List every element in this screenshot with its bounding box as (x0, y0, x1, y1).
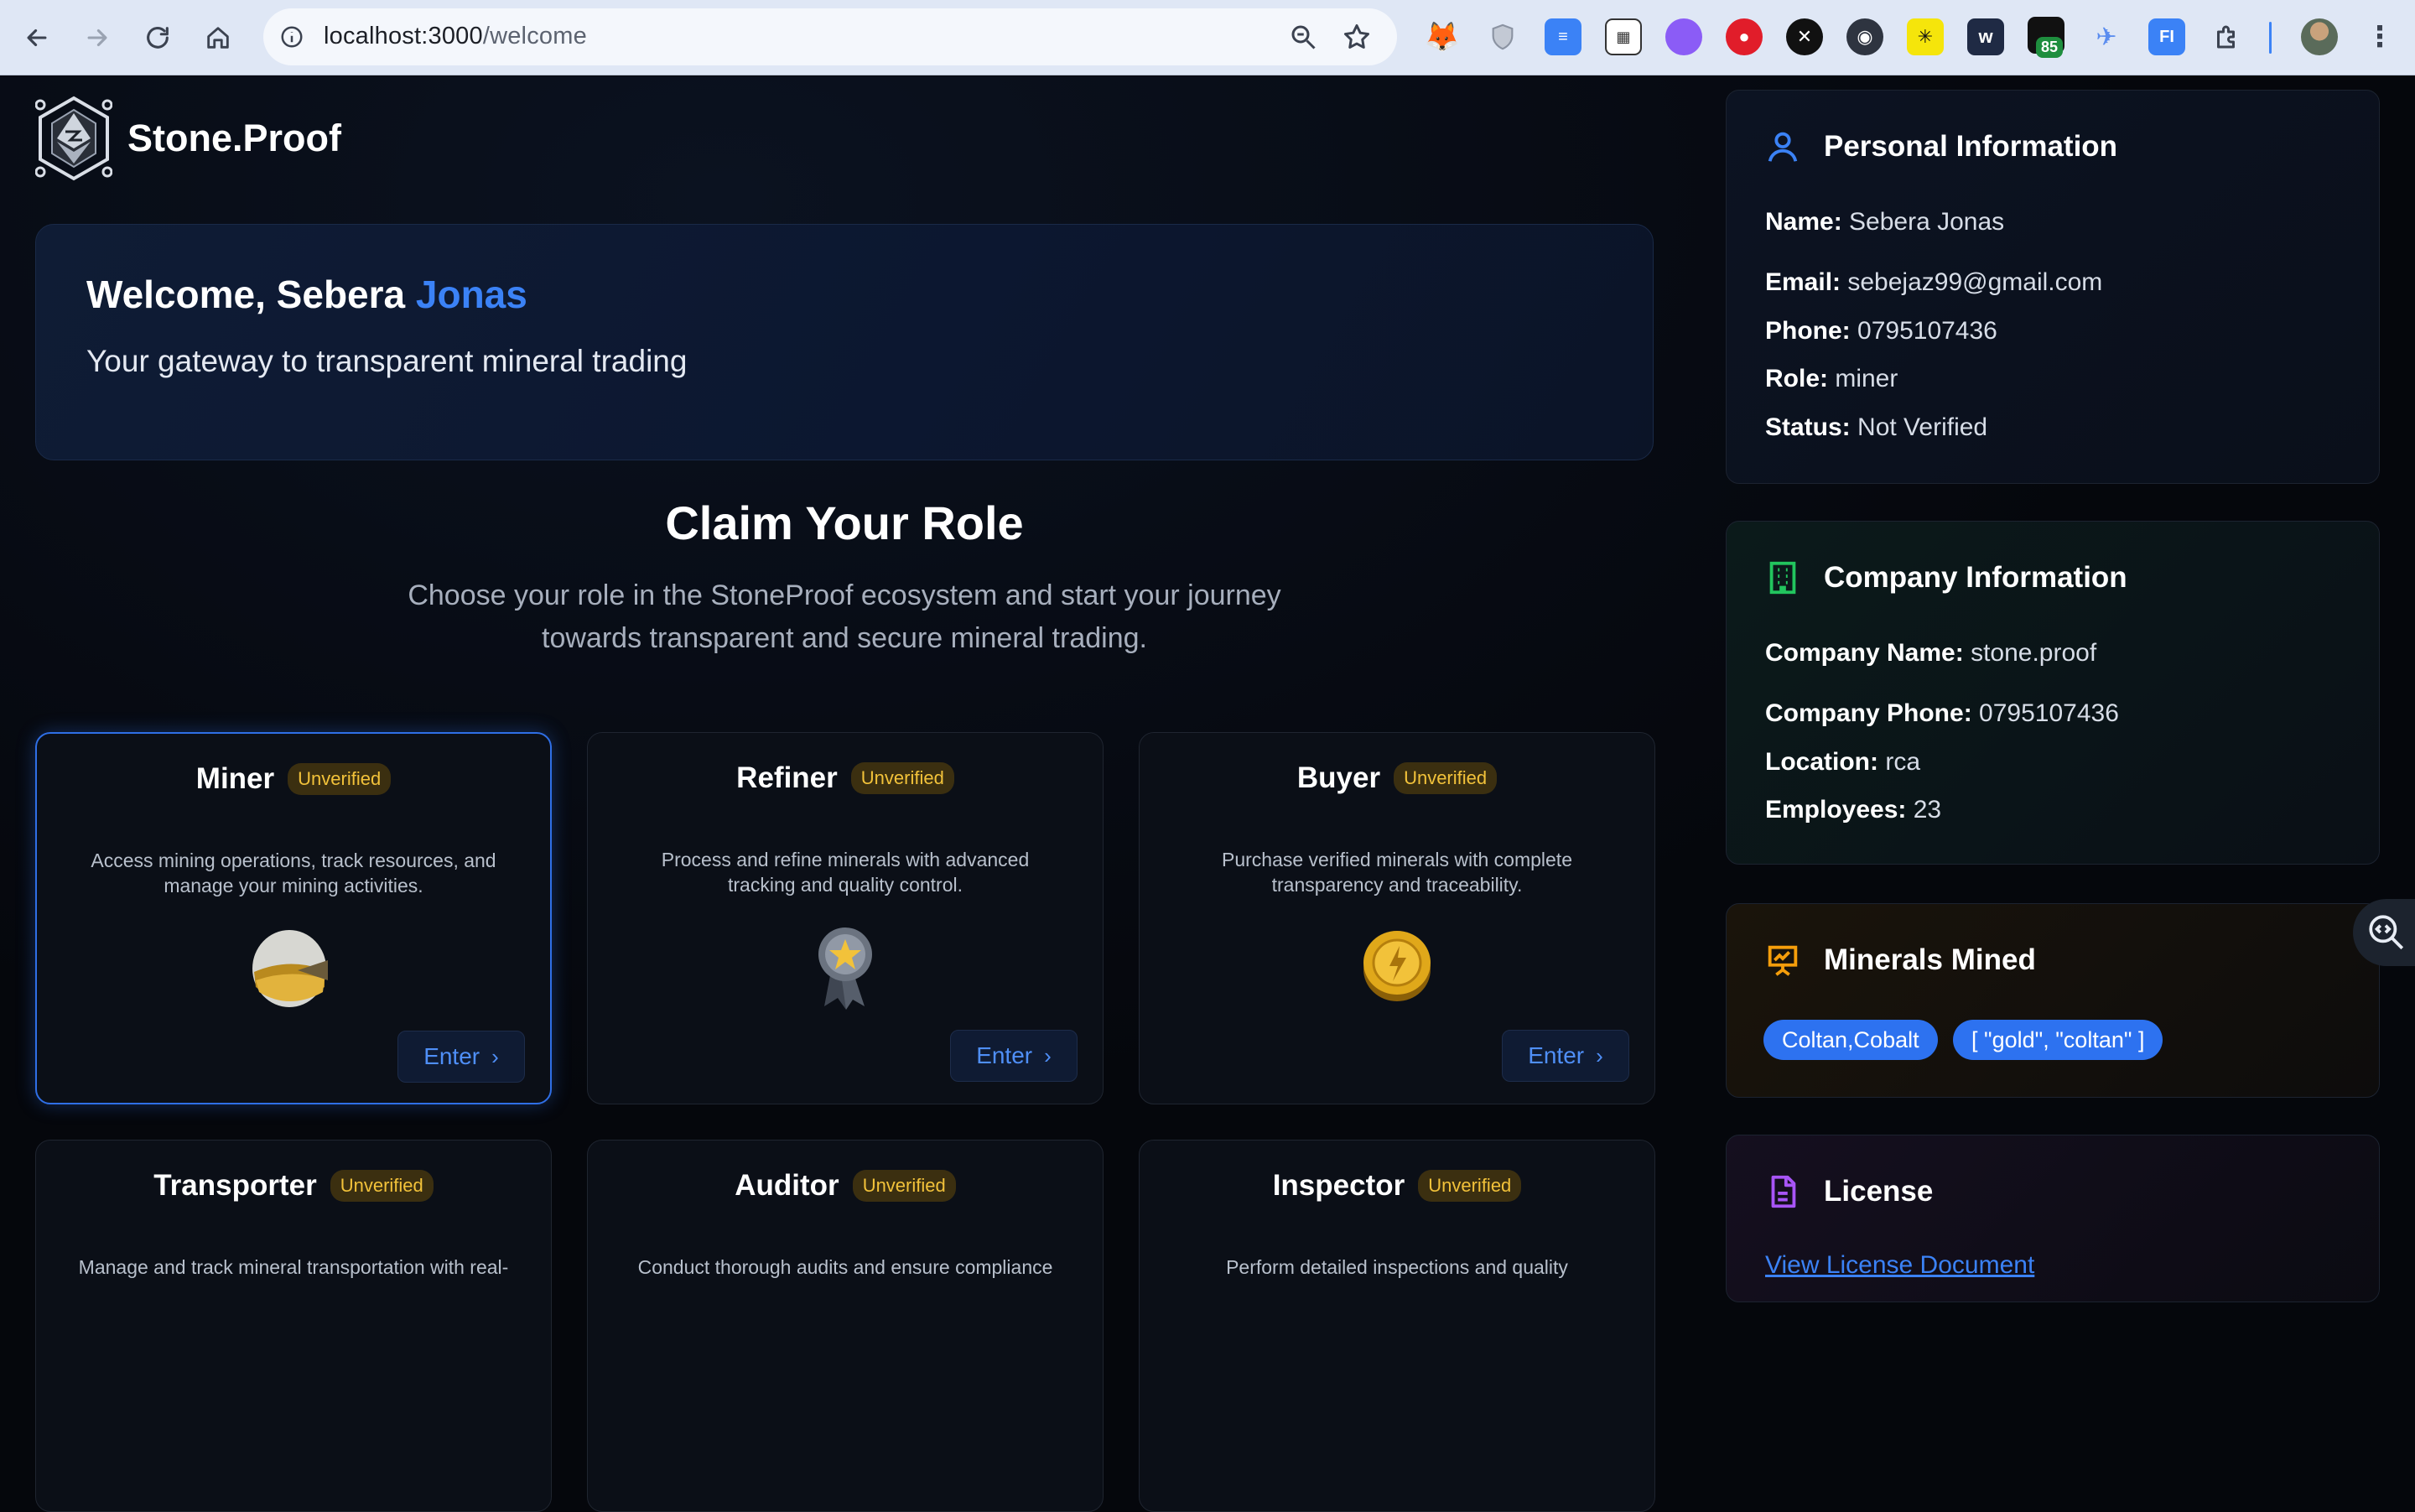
back-icon[interactable] (18, 19, 55, 56)
card-title: License (1824, 1175, 1934, 1208)
x-extension-icon[interactable]: ✕ (1786, 18, 1823, 55)
bird-extension-icon[interactable]: ✈ (2088, 18, 2125, 55)
mining-cart-icon (252, 930, 328, 1007)
red-shield-extension-icon[interactable]: ● (1726, 18, 1763, 55)
floating-inspect-button[interactable] (2353, 899, 2415, 966)
company-phone-field: Company Phone: 0795107436 (1765, 699, 2119, 727)
welcome-tagline: Your gateway to transparent mineral trad… (86, 344, 688, 378)
role-title: Refiner (736, 761, 838, 794)
forward-icon[interactable] (79, 19, 116, 56)
card-title: Minerals Mined (1824, 943, 2036, 976)
extension-badge: 85 (2036, 37, 2064, 58)
view-license-link[interactable]: View License Document (1765, 1251, 2034, 1280)
purple-extension-icon[interactable] (1665, 18, 1702, 55)
role-card-auditor[interactable]: Auditor Unverified Conduct thorough audit… (587, 1140, 1104, 1512)
role-card-inspector[interactable]: Inspector Unverified Perform detailed ins… (1139, 1140, 1655, 1512)
role-title: Inspector (1272, 1169, 1405, 1202)
presentation-chart-icon (1768, 945, 1798, 976)
role-title: Miner (195, 762, 275, 795)
address-bar[interactable]: localhost:3000/welcome (263, 8, 1397, 65)
card-title: Personal Information (1824, 130, 2118, 163)
company-info-card: Company Information Company Name: stone.… (1726, 521, 2380, 865)
building-icon (1769, 561, 1796, 595)
fi-extension-icon[interactable]: FI (2148, 18, 2185, 55)
mineral-chip: Coltan,Cobalt (1763, 1020, 1938, 1060)
enter-button[interactable]: Enter › (397, 1031, 525, 1083)
menu-kebab-icon[interactable]: ⋮ (2361, 18, 2398, 55)
star-extension-icon[interactable]: ✳ (1907, 18, 1944, 55)
bookmark-star-icon[interactable] (1342, 22, 1372, 52)
medal-icon (818, 927, 872, 1010)
role-description: Purchase verified minerals with complete… (1221, 849, 1572, 896)
company-location-field: Location: rca (1765, 748, 1921, 776)
company-employees-field: Employees: 23 (1765, 796, 1942, 824)
card-title: Company Information (1824, 561, 2127, 594)
personal-name-field: Name: Sebera Jonas (1765, 208, 2005, 236)
status-badge: Unverified (852, 1170, 956, 1202)
bear-extension-icon[interactable]: ◉ (1846, 18, 1883, 55)
role-card-buyer[interactable]: Buyer Unverified Purchase verified minera… (1139, 732, 1655, 1104)
role-description: Process and refine minerals with advance… (661, 849, 1030, 896)
page-content: Stone.Proof Welcome, Sebera Jonas Your g… (0, 76, 2415, 1512)
reload-icon[interactable] (139, 19, 176, 56)
minerals-mined-card: Minerals Mined Coltan,Cobalt [ "gold", "… (1726, 903, 2380, 1098)
personal-info-card: Personal Information Name: Sebera Jonas … (1726, 90, 2380, 484)
shield-extension-icon[interactable] (1484, 18, 1521, 55)
role-title: Transporter (153, 1169, 317, 1202)
role-card-refiner[interactable]: Refiner Unverified Process and refine min… (587, 732, 1104, 1104)
role-title: Buyer (1296, 761, 1381, 794)
claim-role-description: Choose your role in the StoneProof ecosy… (408, 579, 1281, 654)
license-card: License View License Document (1726, 1135, 2380, 1302)
w-extension-icon[interactable]: w (1967, 18, 2004, 55)
personal-role-field: Role: miner (1765, 365, 1898, 392)
mineral-chip: [ "gold", "coltan" ] (1953, 1020, 2163, 1060)
welcome-heading: Welcome, Sebera Jonas (86, 273, 527, 316)
role-card-miner[interactable]: Miner Unverified Access mining operations… (35, 732, 552, 1104)
gold-coin-icon (1363, 931, 1431, 1001)
stone-proof-logo-icon (35, 96, 112, 181)
site-info-icon[interactable] (275, 20, 309, 54)
zoom-icon[interactable] (1288, 22, 1318, 52)
status-badge: Unverified (1394, 762, 1498, 794)
home-icon[interactable] (200, 19, 236, 56)
personal-status-field: Status: Not Verified (1765, 413, 1988, 441)
toolbar-divider (2269, 22, 2272, 54)
status-badge: Unverified (1418, 1170, 1522, 1202)
role-card-transporter[interactable]: Transporter Unverified Manage and track m… (35, 1140, 552, 1512)
brand-name: Stone.Proof (127, 117, 341, 159)
personal-phone-field: Phone: 0795107436 (1765, 317, 1997, 345)
user-icon (1768, 132, 1798, 162)
enter-button[interactable]: Enter › (1502, 1030, 1629, 1082)
brand[interactable]: Stone.Proof (35, 95, 341, 182)
enter-button[interactable]: Enter › (950, 1030, 1078, 1082)
welcome-banner: Welcome, Sebera Jonas Your gateway to tr… (35, 224, 1654, 460)
role-description: Manage and track mineral transportation … (78, 1256, 509, 1278)
status-badge: Unverified (850, 762, 954, 794)
status-badge: Unverified (288, 763, 392, 795)
document-icon (1771, 1175, 1796, 1208)
qr-extension-icon[interactable]: ▦ (1605, 18, 1642, 55)
profile-avatar[interactable] (2301, 18, 2338, 55)
extensions-puzzle-icon[interactable] (2209, 18, 2246, 55)
claim-role-title: Claim Your Role (665, 496, 1024, 549)
personal-email-field: Email: sebejaz99@gmail.com (1765, 268, 2103, 296)
company-name-field: Company Name: stone.proof (1765, 639, 2097, 667)
note-extension-icon[interactable]: ≡ (1545, 18, 1581, 55)
status-badge: Unverified (330, 1170, 434, 1202)
role-description: Perform detailed inspections and quality (1226, 1256, 1568, 1278)
browser-toolbar: localhost:3000/welcome 🦊 ≡ ▦ ● ✕ ◉ ✳ w 8… (0, 0, 2415, 75)
role-title: Auditor (735, 1169, 839, 1202)
url-text: localhost:3000/welcome (324, 23, 587, 49)
role-description: Conduct thorough audits and ensure compl… (637, 1256, 1053, 1278)
metamask-icon[interactable]: 🦊 (1424, 18, 1461, 55)
role-description: Access mining operations, track resource… (91, 850, 496, 896)
code-search-icon (2369, 915, 2404, 950)
